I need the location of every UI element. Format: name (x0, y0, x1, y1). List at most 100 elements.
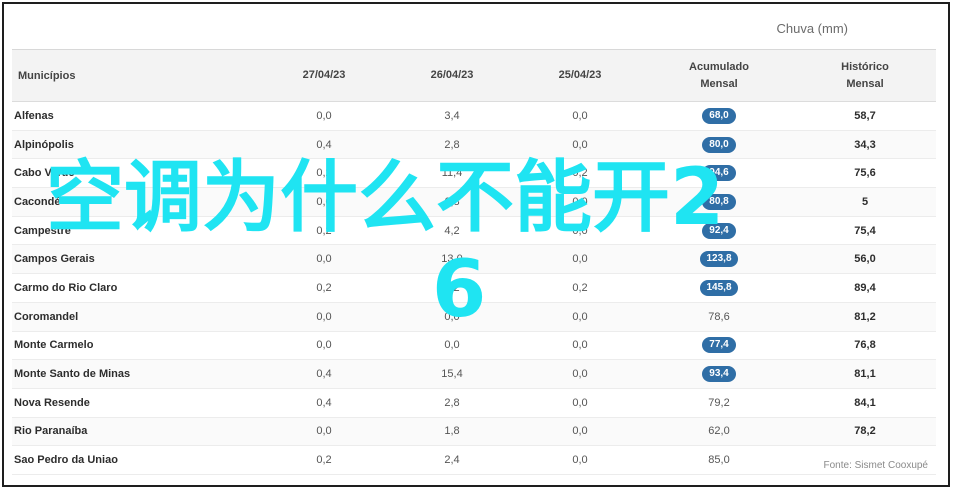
cell-historico: 78,2 (854, 425, 876, 438)
cell-acumulado: 78,6 (644, 309, 794, 325)
cell-historico: 76,8 (854, 339, 876, 352)
cell-26-04: 3,4 (444, 109, 460, 122)
cell-25-04: 0,0 (572, 425, 588, 438)
cell-historico: 81,1 (854, 368, 876, 381)
rainfall-table: Municípios 27/04/23 26/04/23 25/04/23 Ac… (12, 49, 936, 475)
cell-historico: 34,3 (854, 138, 876, 151)
cell-acumulado: 80,0 (644, 136, 794, 153)
rainfall-group-header: Chuva (mm) (776, 21, 848, 36)
cell-historico: 89,4 (854, 281, 876, 294)
screenshot-frame: Chuva (mm) Municípios 27/04/23 26/04/23 … (2, 2, 950, 487)
table-row: Nova Resende 0,4 2,8 0,0 79,2 84,1 (12, 389, 936, 418)
cell-25-04: 0,0 (572, 368, 588, 381)
cell-acumulado: 145,8 (644, 279, 794, 296)
cell-26-04: 1,8 (444, 425, 460, 438)
table-row: Carmo do Rio Claro 0,2 0,2 0,2 145,8 89,4 (12, 274, 936, 303)
cell-acumulado: 80,8 (644, 193, 794, 210)
cell-25-04: 0,0 (572, 454, 588, 467)
cell-acumulado: 62,0 (644, 423, 794, 439)
acumulado-badge: 93,4 (702, 366, 736, 383)
cell-municipio: Sao Pedro da Uniao (14, 454, 118, 467)
cell-acumulado: 85,0 (644, 452, 794, 468)
cell-municipio: Coromandel (14, 310, 79, 323)
cell-historico: 5 (861, 195, 869, 208)
col-header-acumulado: Acumulado Mensal (689, 60, 749, 90)
cell-27-04: 0,0 (316, 109, 332, 122)
table-row: Alfenas 0,0 3,4 0,0 68,0 58,7 (12, 102, 936, 131)
cell-25-04: 0,0 (572, 109, 588, 122)
acumulado-badge: 77,4 (702, 337, 736, 354)
cell-25-04: 0,0 (572, 396, 588, 409)
cell-26-04: 2,8 (444, 138, 460, 151)
acumulado-value: 85,0 (708, 454, 730, 467)
cell-25-04: 0,2 (572, 167, 588, 180)
cell-municipio: Monte Carmelo (14, 339, 94, 352)
cell-25-04: 0,0 (572, 310, 588, 323)
cell-acumulado: 93,4 (644, 366, 794, 383)
cell-27-04: 0,4 (316, 368, 332, 381)
cell-26-04: 15,4 (441, 368, 463, 381)
cell-municipio: Alpinópolis (14, 138, 74, 151)
cell-27-04: 0,2 (316, 281, 332, 294)
acumulado-badge: 123,8 (700, 251, 738, 268)
table-row: Cabo Verde 0,2 11,4 0,2 94,6 75,6 (12, 159, 936, 189)
table-row: Campos Gerais 0,0 13,0 0,0 123,8 56,0 (12, 245, 936, 275)
cell-municipio: Carmo do Rio Claro (14, 281, 118, 294)
col-header-historico: Histórico Mensal (841, 60, 889, 90)
table-row: Rio Paranaíba 0,0 1,8 0,0 62,0 78,2 (12, 417, 936, 447)
acumulado-value: 78,6 (708, 310, 730, 323)
table-header-row: Municípios 27/04/23 26/04/23 25/04/23 Ac… (12, 50, 936, 102)
acumulado-badge: 94,6 (702, 165, 736, 182)
col-header-25-04: 25/04/23 (558, 69, 602, 81)
cell-municipio: Campestre (14, 224, 71, 237)
cell-historico: 75,4 (854, 224, 876, 237)
cell-25-04: 0,0 (572, 138, 588, 151)
table-body: Alfenas 0,0 3,4 0,0 68,0 58,7 Alpinópolis 0,4 2,… (12, 102, 936, 475)
cell-municipio: Campos Gerais (14, 253, 95, 266)
col-header-26-04: 26/04/23 (430, 69, 474, 81)
cell-27-04: 0,0 (316, 339, 332, 352)
col-header-27-04: 27/04/23 (302, 69, 346, 81)
cell-acumulado: 123,8 (644, 251, 794, 268)
acumulado-badge: 92,4 (702, 222, 736, 239)
cell-26-04: 2,8 (444, 396, 460, 409)
cell-27-04: 0,4 (316, 138, 332, 151)
cell-26-04: 2,4 (444, 454, 460, 467)
cell-27-04: 0,2 (316, 224, 332, 237)
cell-historico: 75,6 (854, 167, 876, 180)
cell-26-04: 13,0 (441, 253, 463, 266)
cell-municipio: Cacondé (14, 195, 61, 208)
cell-historico: 84,1 (854, 396, 876, 409)
table-row: Cacondé 0,0 6,8 0,0 80,8 5 (12, 188, 936, 217)
acumulado-badge: 145,8 (700, 279, 738, 296)
cell-27-04: 0,2 (316, 454, 332, 467)
cell-municipio: Cabo Verde (14, 167, 75, 180)
table-row: Monte Santo de Minas 0,4 15,4 0,0 93,4 81,1 (12, 360, 936, 389)
cell-27-04: 0,0 (316, 310, 332, 323)
cell-acumulado: 94,6 (644, 165, 794, 182)
cell-26-04: 11,4 (441, 167, 463, 180)
acumulado-badge: 80,8 (702, 193, 736, 210)
cell-27-04: 0,4 (316, 396, 332, 409)
cell-municipio: Rio Paranaíba (14, 425, 88, 438)
cell-25-04: 0,0 (572, 253, 588, 266)
cell-acumulado: 68,0 (644, 107, 794, 124)
table-row: Monte Carmelo 0,0 0,0 0,0 77,4 76,8 (12, 332, 936, 361)
cell-27-04: 0,2 (316, 167, 332, 180)
cell-municipio: Nova Resende (14, 396, 90, 409)
source-note: Fonte: Sismet Cooxupé (823, 460, 929, 471)
cell-acumulado: 92,4 (644, 222, 794, 239)
cell-27-04: 0,0 (316, 425, 332, 438)
cell-historico: 58,7 (854, 109, 876, 122)
cell-municipio: Alfenas (14, 109, 54, 122)
cell-25-04: 0,2 (572, 281, 588, 294)
cell-25-04: 0,0 (572, 195, 588, 208)
cell-26-04: 4,2 (444, 224, 460, 237)
cell-municipio: Monte Santo de Minas (14, 368, 131, 381)
cell-acumulado: 77,4 (644, 337, 794, 354)
acumulado-badge: 68,0 (702, 107, 736, 124)
cell-25-04: 0,0 (572, 339, 588, 352)
cell-26-04: 0,0 (444, 310, 460, 323)
table-row: Coromandel 0,0 0,0 0,0 78,6 81,2 (12, 302, 936, 332)
acumulado-value: 79,2 (708, 396, 730, 409)
